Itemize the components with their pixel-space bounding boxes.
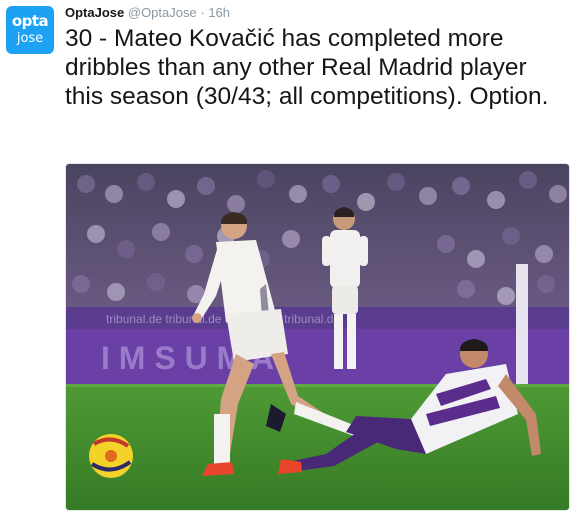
football-photo-icon: tribunal.de tribunal.de tribunal.de trib… bbox=[66, 164, 569, 510]
separator-dot: · bbox=[200, 5, 205, 20]
avatar-line-1: opta bbox=[11, 12, 49, 30]
tweet-photo[interactable]: tribunal.de tribunal.de tribunal.de trib… bbox=[65, 163, 570, 511]
tweet-header: OptaJose @OptaJose · 16h bbox=[65, 4, 230, 22]
svg-text:tribunal.de tribunal.de: tribunal.de tribunal.de tribunal.de trib… bbox=[106, 312, 340, 326]
avatar-line-2: jose bbox=[16, 31, 44, 46]
display-name[interactable]: OptaJose bbox=[65, 5, 124, 20]
timestamp[interactable]: 16h bbox=[208, 5, 230, 20]
tweet-text: 30 - Mateo Kovačić has completed more dr… bbox=[65, 25, 549, 110]
tweet-card: opta jose OptaJose @OptaJose · 16h 30 - … bbox=[0, 0, 577, 518]
avatar[interactable]: opta jose bbox=[6, 6, 54, 54]
user-handle[interactable]: @OptaJose bbox=[128, 5, 197, 20]
